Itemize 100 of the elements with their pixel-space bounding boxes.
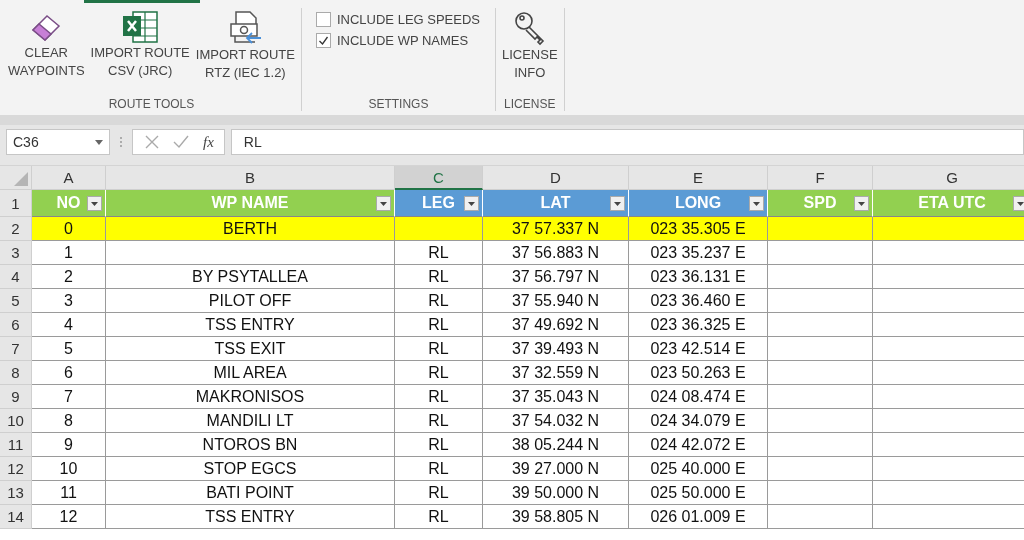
table-cell: MIL AREA	[106, 361, 395, 385]
table-cell: RL	[395, 337, 483, 361]
row-number[interactable]: 5	[0, 289, 32, 313]
table-header: LAT	[483, 190, 629, 217]
table-cell: 023 36.460 E	[629, 289, 768, 313]
table-cell: 024 42.072 E	[629, 433, 768, 457]
table-cell: BERTH	[106, 217, 395, 241]
table-cell: RL	[395, 457, 483, 481]
table-cell: 39 58.805 N	[483, 505, 629, 529]
table-cell: 37 39.493 N	[483, 337, 629, 361]
column-header[interactable]: D	[483, 166, 629, 190]
table-cell: 37 32.559 N	[483, 361, 629, 385]
table-cell: MAKRONISOS	[106, 385, 395, 409]
table-cell: 024 34.079 E	[629, 409, 768, 433]
table-cell: TSS EXIT	[106, 337, 395, 361]
table-cell: BY PSYTALLEA	[106, 265, 395, 289]
row-number[interactable]: 2	[0, 217, 32, 241]
table-cell: 024 08.474 E	[629, 385, 768, 409]
row-number[interactable]: 10	[0, 409, 32, 433]
table-cell: 37 55.940 N	[483, 289, 629, 313]
table-cell: 39 50.000 N	[483, 481, 629, 505]
table-header: ETA UTC	[873, 190, 1024, 217]
table-cell: 026 01.009 E	[629, 505, 768, 529]
checkbox-label: INCLUDE LEG SPEEDS	[336, 12, 480, 27]
table-cell: 3	[32, 289, 106, 313]
table-header: WP NAME	[106, 190, 395, 217]
group-label: SETTINGS	[367, 96, 430, 111]
table-cell: 023 42.514 E	[629, 337, 768, 361]
table-cell: RL	[395, 481, 483, 505]
row-number[interactable]: 8	[0, 361, 32, 385]
table-cell: RL	[395, 433, 483, 457]
table-cell: 0	[32, 217, 106, 241]
table-cell: 023 36.325 E	[629, 313, 768, 337]
table-cell: 025 40.000 E	[629, 457, 768, 481]
row-number[interactable]: 12	[0, 457, 32, 481]
table-cell: NTOROS BN	[106, 433, 395, 457]
table-cell: RL	[395, 409, 483, 433]
table-cell: TSS ENTRY	[106, 505, 395, 529]
column-header[interactable]: E	[629, 166, 768, 190]
table-cell: 5	[32, 337, 106, 361]
table-cell: 37 57.337 N	[483, 217, 629, 241]
table-cell: 025 50.000 E	[629, 481, 768, 505]
row-number[interactable]: 6	[0, 313, 32, 337]
table-cell: RL	[395, 505, 483, 529]
table-cell: 2	[32, 265, 106, 289]
table-cell: 6	[32, 361, 106, 385]
table-cell: 37 56.883 N	[483, 241, 629, 265]
formula-field[interactable]: RL	[230, 129, 1024, 155]
checkbox-label: INCLUDE WP NAMES	[336, 33, 469, 48]
table-cell: TSS ENTRY	[106, 313, 395, 337]
column-header[interactable]: B	[106, 166, 395, 190]
table-cell: MANDILI LT	[106, 409, 395, 433]
table-header: NO	[32, 190, 106, 217]
table-cell: 023 35.237 E	[629, 241, 768, 265]
row-number[interactable]: 4	[0, 265, 32, 289]
table-cell: 37 54.032 N	[483, 409, 629, 433]
table-cell: 37 56.797 N	[483, 265, 629, 289]
ribbon-button[interactable]: LICENSE INFO	[499, 8, 560, 93]
row-number[interactable]: 7	[0, 337, 32, 361]
table-cell: 4	[32, 313, 106, 337]
table-cell: RL	[395, 265, 483, 289]
table-header: LONG	[629, 190, 768, 217]
table-cell: 11	[32, 481, 106, 505]
row-number[interactable]: 3	[0, 241, 32, 265]
table-cell: 023 36.131 E	[629, 265, 768, 289]
row-number[interactable]: 1	[0, 190, 32, 217]
table-cell: RL	[395, 361, 483, 385]
insert-function-button[interactable]: fx	[203, 133, 214, 151]
table-cell: 37 35.043 N	[483, 385, 629, 409]
table-cell: STOP EGCS	[106, 457, 395, 481]
table-header: SPD	[768, 190, 873, 217]
column-header[interactable]: A	[32, 166, 106, 190]
group-label: LICENSE	[503, 96, 557, 111]
table-cell: 39 27.000 N	[483, 457, 629, 481]
name-box[interactable]: C36	[6, 129, 110, 155]
group-label: ROUTE TOOLS	[107, 96, 196, 111]
table-cell: 023 50.263 E	[629, 361, 768, 385]
row-number[interactable]: 14	[0, 505, 32, 529]
table-cell: PILOT OFF	[106, 289, 395, 313]
table-cell: BATI POINT	[106, 481, 395, 505]
table-header: LEG	[395, 190, 483, 217]
column-header[interactable]: C	[395, 166, 483, 190]
table-cell: RL	[395, 241, 483, 265]
row-number[interactable]: 11	[0, 433, 32, 457]
table-cell: 9	[32, 433, 106, 457]
table-cell: RL	[395, 313, 483, 337]
row-number[interactable]: 9	[0, 385, 32, 409]
table-cell: 38 05.244 N	[483, 433, 629, 457]
ribbon-button[interactable]: IMPORT ROUTE RTZ (IEC 1.2)	[193, 8, 297, 93]
table-cell: 37 49.692 N	[483, 313, 629, 337]
table-cell: 10	[32, 457, 106, 481]
ribbon-button[interactable]: CLEAR WAYPOINTS	[6, 8, 87, 93]
ribbon-button[interactable]: IMPORT ROUTE CSV (JRC)	[88, 8, 192, 93]
table-cell: RL	[395, 289, 483, 313]
row-number[interactable]: 13	[0, 481, 32, 505]
column-header[interactable]: F	[768, 166, 873, 190]
table-cell: 1	[32, 241, 106, 265]
table-cell: 8	[32, 409, 106, 433]
column-header[interactable]: G	[873, 166, 1024, 190]
table-cell: 023 35.305 E	[629, 217, 768, 241]
